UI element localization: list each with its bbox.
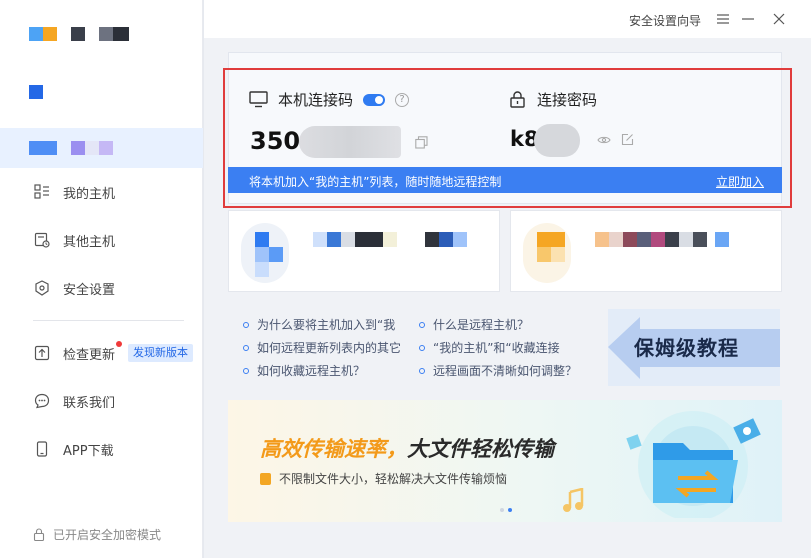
phone-icon xyxy=(33,440,51,458)
banner-subtitle-row: 不限制文件大小，轻松解决大文件传输烦恼 xyxy=(260,470,507,487)
close-icon[interactable] xyxy=(771,11,787,27)
faq-text: 为什么要将主机加入到“我 xyxy=(257,318,396,332)
sidebar-item-label: 安全设置 xyxy=(63,282,116,298)
minimize-icon[interactable] xyxy=(740,11,756,27)
faq-text: 远程画面不清晰如何调整？ xyxy=(433,364,578,378)
secure-mode-status: 已开启安全加密模式 xyxy=(33,526,161,543)
sidebar-item-home[interactable] xyxy=(0,128,203,168)
highlight-box xyxy=(223,68,792,208)
setup-wizard-link[interactable]: 安全设置向导 xyxy=(629,12,701,29)
sidebar-item-label: 我的主机 xyxy=(63,186,116,202)
menu-icon[interactable] xyxy=(715,11,731,27)
tutorial-banner[interactable]: 保姆级教程 xyxy=(608,309,780,386)
sidebar-item-app-download[interactable]: APP下载 xyxy=(0,431,203,467)
faq-text: “我的主机”和“收藏连接 xyxy=(433,341,560,355)
faq-link[interactable]: 远程画面不清晰如何调整？ xyxy=(419,362,577,379)
shield-icon xyxy=(33,279,51,297)
pager-dot-active[interactable] xyxy=(508,508,512,512)
faq-link[interactable]: 什么是远程主机？ xyxy=(419,316,529,333)
other-host-icon xyxy=(33,231,51,249)
chat-icon xyxy=(33,392,51,410)
banner-title-highlight: 高效传输速率 xyxy=(260,437,386,461)
host-list-icon xyxy=(33,183,51,201)
secure-mode-label: 已开启安全加密模式 xyxy=(53,528,162,542)
sidebar: 我的主机 其他主机 安全设置 检查更新 发现新版本 联系我们 APP下载 已开启… xyxy=(0,0,203,558)
sidebar-divider xyxy=(33,320,184,321)
banner-subtitle: 不限制文件大小，轻松解决大文件传输烦恼 xyxy=(279,472,508,486)
sidebar-item-label: APP下载 xyxy=(63,443,114,459)
lock-icon xyxy=(33,528,45,541)
banner-title-separator: ， xyxy=(386,437,407,461)
banner-title-main: 大文件轻松传输 xyxy=(407,437,554,461)
faq-link[interactable]: “我的主机”和“收藏连接 xyxy=(419,339,560,356)
sidebar-item-my-hosts[interactable]: 我的主机 xyxy=(0,174,203,210)
banner-pager[interactable] xyxy=(500,508,512,512)
faq-link[interactable]: 为什么要将主机加入到“我 xyxy=(243,316,395,333)
faq-text: 什么是远程主机？ xyxy=(433,318,530,332)
faq-text: 如何收藏远程主机？ xyxy=(257,364,366,378)
sidebar-item-label: 联系我们 xyxy=(63,395,116,411)
sidebar-item-label: 检查更新 xyxy=(63,347,116,363)
update-notification-dot xyxy=(116,341,122,347)
feature-card-left[interactable] xyxy=(228,210,500,292)
update-icon xyxy=(33,344,51,362)
music-note-icon xyxy=(563,488,584,512)
app-logo-mark xyxy=(29,85,43,99)
pager-dot[interactable] xyxy=(500,508,504,512)
title-bar: 安全设置向导 xyxy=(204,0,811,38)
sidebar-item-label: 其他主机 xyxy=(63,234,116,250)
sidebar-item-security[interactable]: 安全设置 xyxy=(0,270,203,306)
faq-link[interactable]: 如何收藏远程主机？ xyxy=(243,362,365,379)
faq-text: 如何远程更新列表内的其它 xyxy=(257,341,402,355)
sidebar-item-other-hosts[interactable]: 其他主机 xyxy=(0,222,203,258)
file-icon xyxy=(260,472,271,485)
promo-banner[interactable]: 高效传输速率，大文件轻松传输 不限制文件大小，轻松解决大文件传输烦恼 xyxy=(228,400,782,522)
feature-card-right[interactable] xyxy=(510,210,782,292)
banner-title: 高效传输速率，大文件轻松传输 xyxy=(260,433,554,463)
tutorial-label: 保姆级教程 xyxy=(634,336,739,360)
sidebar-item-contact[interactable]: 联系我们 xyxy=(0,383,203,419)
new-version-badge[interactable]: 发现新版本 xyxy=(128,344,193,362)
faq-link[interactable]: 如何远程更新列表内的其它 xyxy=(243,339,401,356)
main-panel: 安全设置向导 本机连接码 ? 350 连接密码 k8 将本机加入“我的主机”列表… xyxy=(204,0,811,558)
folder-transfer-illustration xyxy=(626,411,761,518)
